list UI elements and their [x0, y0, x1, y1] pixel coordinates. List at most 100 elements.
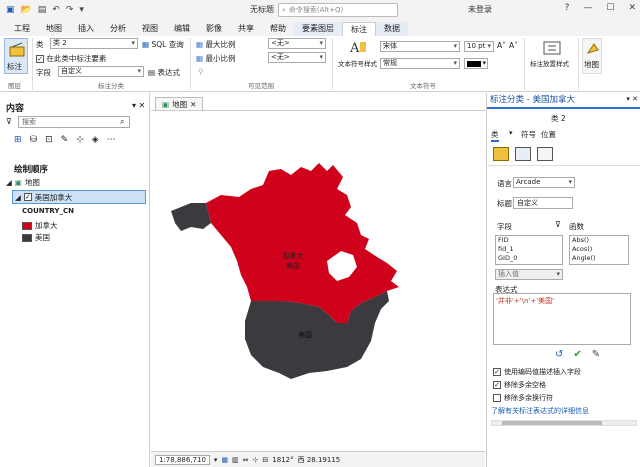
map-labeling-options-button[interactable]: 地图	[582, 38, 602, 74]
maximize-button[interactable]: ☐	[606, 3, 614, 13]
sql-subtab-icon[interactable]	[515, 147, 531, 161]
tab-data[interactable]: 数据	[376, 22, 408, 36]
legend-item-usa[interactable]: 美国	[22, 232, 50, 243]
tab-analysis[interactable]: 分析	[102, 22, 134, 36]
grow-font-icon[interactable]: A˄	[497, 41, 506, 50]
list-item[interactable]: GID_0	[498, 254, 562, 263]
map-canvas[interactable]: 加拿大 美国 美国	[151, 111, 485, 451]
project-icon[interactable]: ▣	[6, 5, 15, 15]
font-size-dropdown[interactable]: 10 pt	[464, 41, 494, 52]
label-class-subtab-icon[interactable]	[493, 147, 509, 161]
tab-symbol[interactable]: 符号	[521, 129, 536, 140]
expression-button[interactable]: ▤ 表达式	[148, 67, 180, 78]
tab-edit[interactable]: 编辑	[166, 22, 198, 36]
list-by-selection-icon[interactable]: ⊡	[45, 135, 53, 145]
list-item[interactable]: Angle()	[572, 254, 628, 263]
font-style-dropdown[interactable]: 常规	[380, 58, 460, 69]
rotation-readout[interactable]: 1812°	[272, 456, 293, 464]
map-tab[interactable]: ▣ 地图 ✕	[155, 97, 204, 110]
tab-project[interactable]: 工程	[6, 22, 38, 36]
insert-value-dropdown[interactable]: 插入值	[495, 269, 563, 280]
list-by-snapping-icon[interactable]: ⊹	[76, 135, 84, 145]
list-by-labeling-icon[interactable]: ◈	[92, 135, 99, 145]
font-color-picker[interactable]: ▾	[464, 58, 488, 69]
label-features-checkbox[interactable]: ✓	[36, 55, 44, 63]
title-input[interactable]: 自定义	[513, 197, 573, 209]
remove-newlines-option[interactable]: 移除多余换行符	[493, 393, 553, 403]
language-dropdown[interactable]: Arcade	[513, 177, 575, 188]
map-tree-item[interactable]: ◢ ▣ 地图	[6, 177, 40, 188]
list-item[interactable]: Acos()	[572, 245, 628, 254]
scale-chevron-icon[interactable]: ▾	[214, 456, 218, 464]
open-icon[interactable]: 📂	[21, 5, 32, 15]
remove-newlines-checkbox[interactable]	[493, 394, 501, 402]
map-view[interactable]: ▣ 地图 ✕ 加拿大 美国 美国 1:78,886,710 ▾ ▦ ▥ ⇔ ⊹ …	[151, 93, 485, 467]
fields-list[interactable]: FID fid_1 GID_0	[495, 235, 563, 265]
command-search[interactable]: ⌕ 命令搜索(Alt+Q)	[278, 3, 398, 17]
functions-list[interactable]: Abs() Acos() Angle()	[569, 235, 629, 265]
horizontal-scrollbar[interactable]	[491, 420, 637, 426]
redo-icon[interactable]: ↷	[66, 5, 74, 15]
text-symbol-style-button[interactable]: A 文本符号样式	[338, 38, 378, 74]
list-item[interactable]: FID	[498, 236, 562, 245]
layer-visibility-checkbox[interactable]: ✓	[23, 193, 32, 201]
fixed-scale-icon[interactable]: ⊟	[262, 456, 268, 464]
alaska-polygon[interactable]	[171, 203, 211, 231]
undo-icon[interactable]: ↶	[52, 5, 60, 15]
tab-help[interactable]: 帮助	[262, 22, 294, 36]
canada-polygon[interactable]	[206, 163, 399, 323]
class-dropdown[interactable]: 类 2	[50, 38, 138, 49]
pane-close-icon[interactable]: ▾ ✕	[626, 95, 638, 103]
field-dropdown[interactable]: 自定义	[58, 66, 144, 77]
legend-item-canada[interactable]: 加拿大	[22, 220, 58, 231]
scrollbar-thumb[interactable]	[502, 421, 602, 425]
tab-map[interactable]: 地图	[38, 22, 70, 36]
max-scale-button[interactable]: ▦ 最大比例	[196, 39, 235, 50]
tab-imagery[interactable]: 影像	[198, 22, 230, 36]
label-placement-style-button[interactable]: 标注放置样式	[530, 38, 574, 74]
use-coded-values-option[interactable]: ✓ 使用编码值描述插入字段	[493, 367, 581, 377]
reset-icon[interactable]: ↺	[555, 349, 563, 360]
list-by-editing-icon[interactable]: ✎	[61, 135, 69, 145]
expand-icon[interactable]: ⇔	[243, 456, 249, 464]
minimize-button[interactable]: —	[583, 3, 592, 13]
label-features-in-class[interactable]: ✓ 在此类中标注要素	[36, 53, 106, 64]
help-button[interactable]: ?	[565, 3, 570, 13]
remove-spaces-option[interactable]: ✓ 移除多余空格	[493, 380, 546, 390]
layer-tree-item[interactable]: ◢ ✓ 美国加拿大	[12, 190, 146, 204]
tab-labeling[interactable]: 标注	[342, 22, 376, 36]
list-by-source-icon[interactable]: ⛁	[30, 135, 38, 145]
save-icon[interactable]: ▤	[38, 5, 47, 15]
font-dropdown[interactable]: 宋体	[380, 41, 460, 52]
tab-class[interactable]: 类	[491, 129, 499, 142]
sign-in-status[interactable]: 未登录	[468, 4, 492, 15]
expand-icon[interactable]: ◢	[6, 178, 12, 187]
visible-range-subtab-icon[interactable]	[537, 147, 553, 161]
customize-icon[interactable]: ▾	[79, 5, 84, 15]
more-options-icon[interactable]: ⋯	[107, 135, 116, 145]
min-scale-dropdown[interactable]: <无>	[268, 52, 326, 63]
expression-editor[interactable]: '并非'+'\n'+'美国'	[493, 293, 631, 345]
tab-feature-layer[interactable]: 要素图层	[294, 22, 342, 36]
snap-icon[interactable]: ⊹	[253, 456, 259, 464]
list-item[interactable]: Abs()	[572, 236, 628, 245]
close-button[interactable]: ✕	[628, 3, 636, 13]
close-icon[interactable]: ✕	[190, 100, 196, 109]
tab-position[interactable]: 位置	[541, 129, 556, 140]
list-by-drawing-order-icon[interactable]: ⊞	[14, 135, 22, 145]
chevron-down-icon[interactable]: ▾	[509, 129, 513, 137]
expression-help-link[interactable]: 了解有关标注表达式的详细信息	[491, 406, 589, 416]
tab-insert[interactable]: 插入	[70, 22, 102, 36]
label-toggle-button[interactable]: 标注	[4, 38, 28, 74]
grid-icon[interactable]: ▦	[221, 456, 228, 464]
expand-icon[interactable]: ◢	[15, 193, 21, 202]
filter-icon[interactable]: ⊽	[6, 117, 12, 126]
min-scale-button[interactable]: ▦ 最小比例	[196, 53, 235, 64]
sql-query-button[interactable]: ▦ SQL 查询	[142, 39, 184, 50]
remove-spaces-checkbox[interactable]: ✓	[493, 381, 501, 389]
contents-search-input[interactable]: 搜索	[18, 116, 130, 128]
tab-view[interactable]: 视图	[134, 22, 166, 36]
tab-share[interactable]: 共享	[230, 22, 262, 36]
shrink-font-icon[interactable]: A˅	[509, 41, 518, 50]
layout-icon[interactable]: ▥	[232, 456, 239, 464]
